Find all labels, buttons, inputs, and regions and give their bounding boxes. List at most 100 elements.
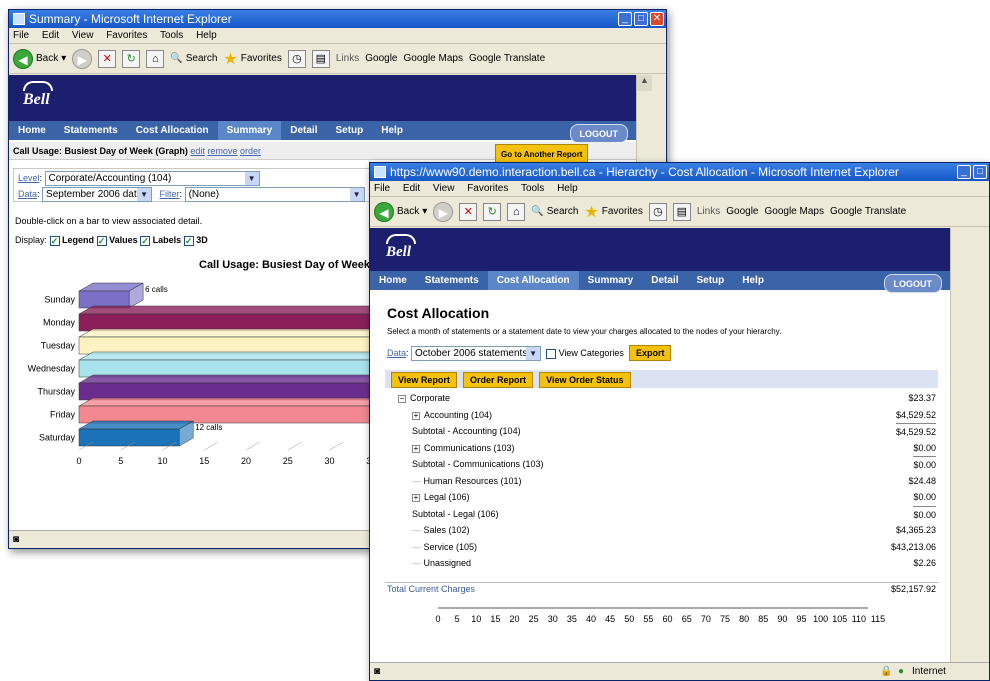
nav-detail[interactable]: Detail: [642, 271, 687, 290]
nav-setup[interactable]: Setup: [687, 271, 733, 290]
tree-row[interactable]: + Legal (106) $0.00: [398, 489, 936, 505]
stop-icon[interactable]: ✕: [98, 49, 117, 68]
nav-cost-allocation[interactable]: Cost Allocation: [127, 121, 218, 140]
scroll-up-icon[interactable]: ▲: [637, 75, 652, 91]
maximize-icon[interactable]: □: [973, 165, 987, 179]
nav-statements[interactable]: Statements: [55, 121, 127, 140]
remove-link[interactable]: remove: [207, 146, 237, 156]
tree-row[interactable]: Subtotal - Accounting (104) $4,529.52: [398, 423, 936, 439]
menu-tools[interactable]: Tools: [160, 30, 183, 41]
axis-tick-label: 105: [832, 614, 847, 624]
print-icon[interactable]: ▤: [672, 202, 691, 221]
minimize-icon[interactable]: _: [957, 165, 971, 179]
expand-icon[interactable]: +: [412, 444, 420, 453]
nav-help[interactable]: Help: [372, 121, 412, 140]
menu-help[interactable]: Help: [557, 183, 578, 194]
data-select[interactable]: September 2006 data ▼: [42, 187, 153, 202]
home-icon[interactable]: ⌂: [146, 49, 165, 68]
tree-amount: $4,365.23: [895, 525, 936, 535]
menu-tools[interactable]: Tools: [521, 183, 544, 194]
menu-view[interactable]: View: [433, 183, 455, 194]
forward-icon[interactable]: ▶: [72, 48, 93, 69]
statement-select[interactable]: October 2006 statements ▼: [411, 346, 542, 361]
history-icon[interactable]: ◷: [648, 202, 667, 221]
forward-icon[interactable]: ▶: [433, 201, 454, 222]
view-order-status-button[interactable]: View Order Status: [539, 372, 631, 388]
nav-detail[interactable]: Detail: [281, 121, 326, 140]
menu-help[interactable]: Help: [196, 30, 217, 41]
expand-icon[interactable]: +: [412, 494, 420, 502]
link-google-maps[interactable]: Google Maps: [764, 206, 823, 217]
maximize-icon[interactable]: □: [634, 12, 648, 26]
values-checkbox[interactable]: ✓: [96, 235, 107, 246]
3d-checkbox[interactable]: ✓: [183, 235, 194, 246]
back-button[interactable]: ◀ Back ▾: [374, 201, 427, 222]
tree-row[interactable]: + Communications (103) $0.00: [398, 440, 936, 456]
link-google-translate[interactable]: Google Translate: [830, 206, 906, 217]
axis-tick-label: 45: [605, 614, 615, 624]
menu-file[interactable]: File: [13, 30, 29, 41]
tree-row[interactable]: Subtotal - Communications (103) $0.00: [398, 456, 936, 472]
tree-row[interactable]: − Corporate $23.37: [398, 390, 936, 406]
scrollbar[interactable]: [950, 228, 966, 664]
edit-link[interactable]: edit: [190, 146, 205, 156]
logout-button[interactable]: LOGOUT: [569, 124, 628, 143]
bar-saturday[interactable]: [78, 428, 180, 447]
nav-summary[interactable]: Summary: [579, 271, 643, 290]
search-button[interactable]: 🔍 Search: [531, 206, 578, 217]
nav-cost-allocation[interactable]: Cost Allocation: [487, 271, 579, 290]
logout-button[interactable]: LOGOUT: [883, 274, 942, 293]
order-link[interactable]: order: [240, 146, 261, 156]
link-google[interactable]: Google: [726, 206, 758, 217]
legend-checkbox[interactable]: ✓: [49, 235, 60, 246]
menu-favorites[interactable]: Favorites: [467, 183, 508, 194]
view-report-button[interactable]: View Report: [391, 372, 457, 388]
favorites-button[interactable]: ★ Favorites: [223, 49, 281, 69]
nav-help[interactable]: Help: [733, 271, 773, 290]
order-report-button[interactable]: Order Report: [462, 372, 533, 388]
link-google-translate[interactable]: Google Translate: [469, 53, 545, 64]
tree-connector: —: [412, 525, 424, 535]
link-google[interactable]: Google: [365, 53, 397, 64]
nav-summary[interactable]: Summary: [217, 121, 282, 140]
tree-row[interactable]: — Human Resources (101) $24.48: [398, 473, 936, 489]
print-icon[interactable]: ▤: [311, 49, 330, 68]
bar-top[interactable]: [78, 420, 195, 430]
labels-checkbox[interactable]: ✓: [140, 235, 151, 246]
tree-row[interactable]: + Accounting (104) $4,529.52: [398, 407, 936, 423]
tree-row[interactable]: — Sales (102) $4,365.23: [398, 522, 936, 538]
tree-row[interactable]: Subtotal - Legal (106) $0.00: [398, 505, 936, 522]
home-icon[interactable]: ⌂: [507, 202, 526, 221]
menu-favorites[interactable]: Favorites: [106, 30, 147, 41]
page-title: Cost Allocation: [387, 305, 490, 321]
axis-tick-label: 10: [471, 614, 481, 624]
tree-row[interactable]: — Unassigned $2.26: [398, 555, 936, 571]
nav-home[interactable]: Home: [9, 121, 55, 140]
nav-setup[interactable]: Setup: [326, 121, 372, 140]
menu-edit[interactable]: Edit: [403, 183, 420, 194]
nav-statements[interactable]: Statements: [416, 271, 488, 290]
menu-view[interactable]: View: [72, 30, 94, 41]
search-button[interactable]: 🔍 Search: [170, 53, 217, 64]
refresh-icon[interactable]: ↻: [483, 202, 502, 221]
menu-file[interactable]: File: [374, 183, 390, 194]
stop-icon[interactable]: ✕: [459, 202, 478, 221]
nav-home[interactable]: Home: [370, 271, 416, 290]
view-categories-checkbox[interactable]: [546, 348, 557, 359]
level-select[interactable]: Corporate/Accounting (104) ▼: [44, 171, 260, 186]
tree-label: Communications (103): [424, 442, 515, 453]
refresh-icon[interactable]: ↻: [122, 49, 141, 68]
expand-icon[interactable]: +: [412, 411, 420, 420]
back-button[interactable]: ◀ Back ▾: [13, 48, 66, 69]
menu-edit[interactable]: Edit: [42, 30, 59, 41]
close-icon[interactable]: ✕: [650, 12, 664, 26]
link-google-maps[interactable]: Google Maps: [403, 53, 462, 64]
filter-select[interactable]: (None) ▼: [184, 187, 365, 202]
history-icon[interactable]: ◷: [287, 49, 306, 68]
tree-row[interactable]: — Service (105) $43,213.06: [398, 539, 936, 555]
bar-sunday[interactable]: [78, 290, 130, 309]
collapse-icon[interactable]: −: [398, 395, 406, 403]
export-button[interactable]: Export: [628, 345, 672, 361]
minimize-icon[interactable]: _: [618, 12, 632, 26]
favorites-button[interactable]: ★ Favorites: [584, 202, 642, 222]
